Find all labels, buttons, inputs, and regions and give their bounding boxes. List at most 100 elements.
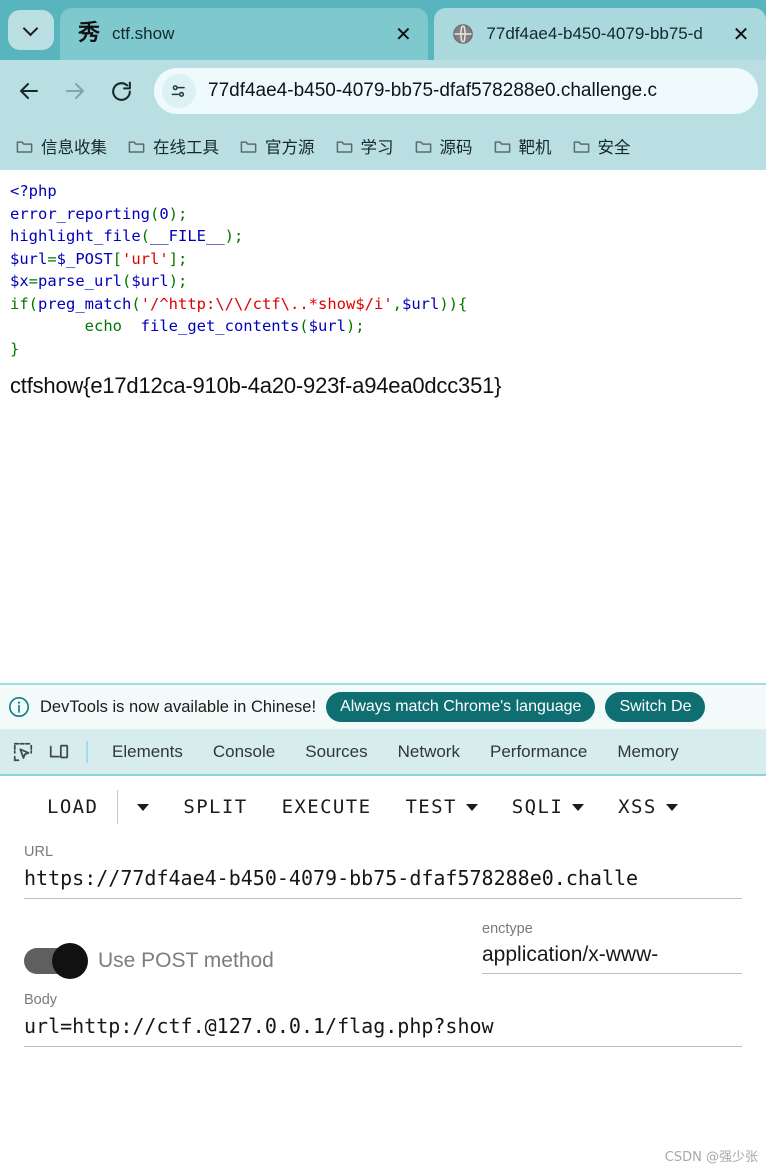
device-toolbar-icon[interactable] [42,735,76,769]
enctype-field-group: enctype application/x-www- [482,921,742,974]
close-icon[interactable]: ✕ [728,21,754,47]
code-token: $_POST [56,249,113,268]
arrow-left-icon [20,83,38,99]
inspect-element-icon[interactable] [6,735,40,769]
code-token: preg_match [38,294,132,313]
folder-icon [240,140,257,153]
toggle-knob [52,943,88,979]
bookmark-item[interactable]: 信息收集 [6,130,116,162]
code-token: 0 [159,204,169,223]
bookmark-label: 靶机 [518,138,552,157]
bookmark-label: 在线工具 [153,138,219,157]
post-method-toggle-group: Use POST method [24,943,274,979]
address-bar[interactable]: 77df4ae4-b450-4079-bb75-dfaf578288e0.cha… [154,68,758,114]
bookmarks-bar: 信息收集 在线工具 官方源 学习 源码 靶机 安全 [0,122,766,170]
code-token: ); [168,204,188,223]
code-token: parse_url [38,272,123,290]
devtools-tab-bar: Elements Console Sources Network Perform… [0,730,766,776]
code-token: = [47,249,57,268]
back-button[interactable] [8,70,50,112]
folder-icon [573,140,589,153]
bookmark-item[interactable]: 安全 [563,130,640,162]
chevron-down-icon [572,803,585,811]
code-token: file_get_contents [140,317,300,335]
devtools-tab-elements[interactable]: Elements [98,742,197,762]
sqli-menu-button[interactable]: SQLI [495,796,601,818]
bookmark-item[interactable]: 学习 [326,130,403,162]
bookmark-label: 源码 [439,138,473,157]
body-label: Body [24,992,58,1008]
code-line: $x=parse_url($url); [10,270,766,293]
navigation-toolbar: 77df4ae4-b450-4079-bb75-dfaf578288e0.cha… [0,60,766,122]
devtools-tab-console[interactable]: Console [199,742,289,762]
tab-search-button[interactable] [8,10,54,50]
test-menu-button[interactable]: TEST [388,796,494,818]
code-token: ); [224,227,244,245]
code-token: $url [308,317,346,335]
code-token: ); [345,317,365,335]
browser-tab-ctfshow[interactable]: 秀 ctf.show ✕ [60,8,429,60]
bookmark-label: 官方源 [265,138,315,157]
bookmark-item[interactable]: 官方源 [230,130,324,162]
code-line: if(preg_match('/^http:\/\/ctf\..*show$/i… [10,293,766,316]
tab-title: 77df4ae4-b450-4079-bb75-d [486,24,703,43]
load-button[interactable]: LOAD [30,796,115,818]
xss-menu-button[interactable]: XSS [601,796,695,818]
chevron-down-icon [665,803,678,811]
devtools-tab-network[interactable]: Network [384,742,474,762]
use-post-method-toggle[interactable] [24,943,88,979]
code-token: ( [149,204,160,223]
code-token: $url [402,294,440,313]
execute-button[interactable]: EXECUTE [265,796,389,818]
address-bar-text: 77df4ae4-b450-4079-bb75-dfaf578288e0.cha… [208,80,657,101]
body-input[interactable]: url=http://ctf.@127.0.0.1/flag.php?show [24,1014,742,1047]
code-line: echo file_get_contents($url); [10,315,766,338]
code-token: ); [168,272,188,290]
favicon-glyph: 秀 [77,21,100,46]
devtools-tab-memory[interactable]: Memory [603,742,692,762]
xss-button-label: XSS [618,796,657,818]
folder-icon [494,140,510,153]
bookmark-label: 安全 [597,138,631,157]
toolbar-divider [117,790,119,824]
chevron-down-icon [137,803,150,811]
tab-title: ctf.show [112,24,175,43]
hackbar-panel: LOAD SPLIT EXECUTE TEST SQLI XSS URL htt… [0,776,766,1106]
page-info-icon[interactable] [162,74,196,108]
toolbar-divider [86,741,88,763]
devtools-tab-performance[interactable]: Performance [476,742,601,762]
enctype-select[interactable]: application/x-www- [482,943,742,974]
split-button[interactable]: SPLIT [166,796,264,818]
folder-icon [16,140,33,153]
close-icon[interactable]: ✕ [390,21,416,47]
reload-icon [111,81,131,101]
browser-tab-challenge[interactable]: 77df4ae4-b450-4079-bb75-d ✕ [434,8,766,60]
chevron-down-icon [24,23,38,37]
bookmark-item[interactable]: 在线工具 [118,130,228,162]
code-token: echo [84,317,122,335]
url-input[interactable]: https://77df4ae4-b450-4079-bb75-dfaf5782… [24,866,742,899]
sqli-button-label: SQLI [511,796,564,818]
code-token: $x [10,272,29,290]
folder-icon [128,140,145,153]
code-token: __FILE__ [150,227,225,245]
switch-devtools-language-button[interactable]: Switch De [605,692,706,722]
always-match-language-button[interactable]: Always match Chrome's language [326,692,596,722]
code-line: } [10,338,766,361]
devtools-language-notice: DevTools is now available in Chinese! Al… [0,685,766,730]
code-token: ( [131,294,141,313]
hackbar-toolbar: LOAD SPLIT EXECUTE TEST SQLI XSS [0,776,766,838]
folder-icon [415,140,431,153]
code-token: 'url' [122,249,169,268]
code-token: ( [299,317,309,335]
forward-button[interactable] [54,70,96,112]
load-dropdown-button[interactable] [120,803,166,811]
enctype-label: enctype [482,921,533,937]
devtools-tab-sources[interactable]: Sources [291,742,381,762]
reload-button[interactable] [100,70,142,112]
code-token: } [10,339,20,358]
code-line: highlight_file(__FILE__); [10,225,766,248]
bookmark-item[interactable]: 源码 [405,130,482,162]
bookmark-item[interactable]: 靶机 [484,130,561,162]
